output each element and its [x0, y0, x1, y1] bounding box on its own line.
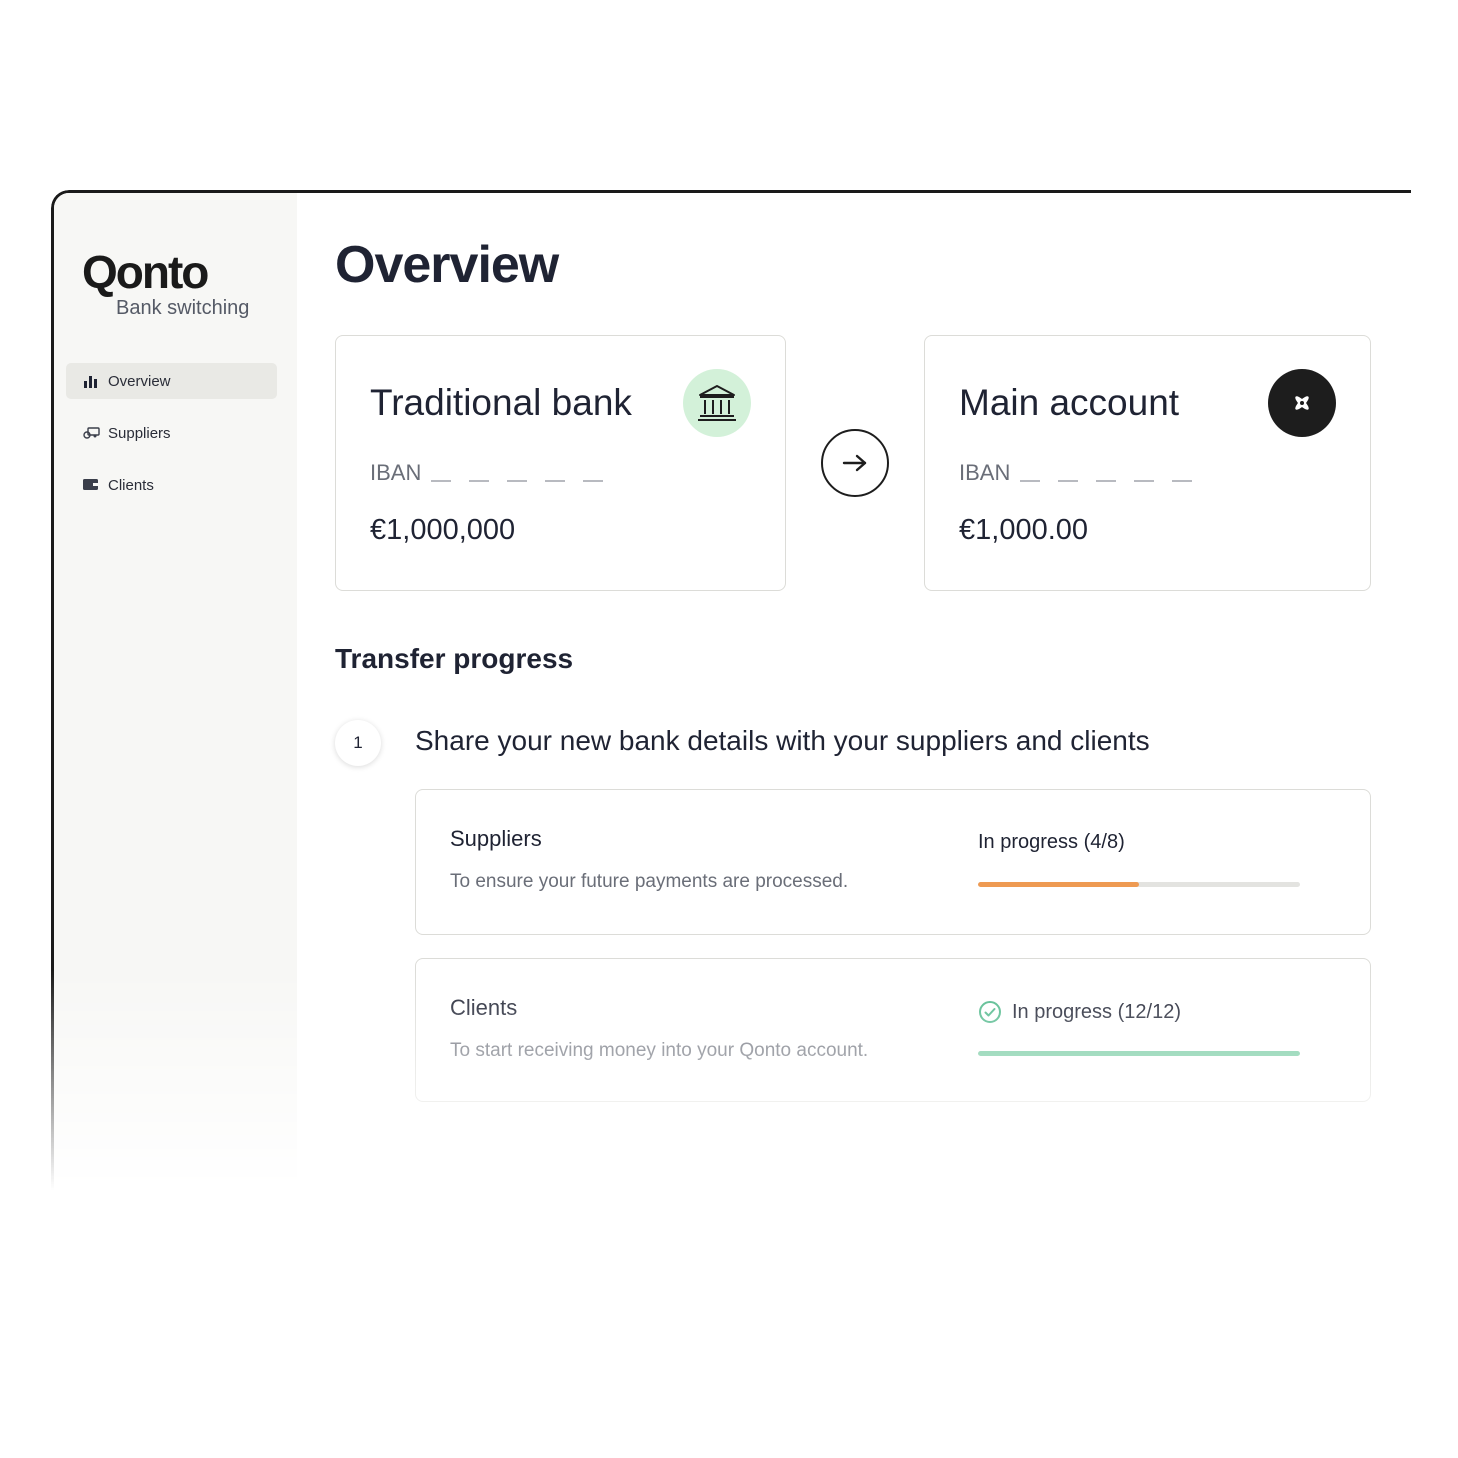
sidebar-item-suppliers[interactable]: Suppliers: [66, 415, 277, 451]
progress-bar: [978, 882, 1300, 887]
iban-placeholder: [431, 480, 621, 482]
progress-fill: [978, 882, 1139, 887]
task-status: In progress (4/8): [978, 831, 1125, 854]
main-content: Overview Traditional bank IBAN €1,000,00…: [297, 193, 1411, 1190]
iban-placeholder: [1020, 480, 1210, 482]
page-title: Overview: [335, 236, 559, 294]
status-text: In progress (12/12): [1012, 1000, 1181, 1023]
check-circle-icon: [978, 1000, 1002, 1024]
task-description: To start receiving money into your Qonto…: [450, 1040, 869, 1061]
sidebar-item-overview[interactable]: Overview: [66, 363, 277, 399]
iban-label: IBAN: [959, 460, 1011, 485]
account-balance: €1,000,000: [370, 514, 516, 546]
source-account-card[interactable]: Traditional bank IBAN €1,000,000: [335, 335, 786, 591]
task-title: Clients: [450, 995, 518, 1020]
arrow-right-icon: [842, 454, 867, 472]
sidebar-item-clients[interactable]: Clients: [66, 467, 277, 503]
iban-field: IBAN: [370, 460, 621, 486]
transfer-arrow-button[interactable]: [821, 429, 889, 497]
task-status: In progress (12/12): [978, 1000, 1181, 1024]
progress-fill: [978, 1051, 1300, 1056]
qonto-logo: Qonto: [82, 246, 209, 298]
status-text: In progress (4/8): [978, 831, 1125, 853]
target-account-card[interactable]: Main account IBAN €1,000.00: [924, 335, 1371, 591]
iban-field: IBAN: [959, 460, 1210, 486]
step-title: Share your new bank details with your su…: [415, 725, 1150, 756]
sidebar: Qonto Bank switching Overview Suppliers …: [54, 193, 297, 1190]
task-card-suppliers[interactable]: Suppliers To ensure your future payments…: [415, 789, 1371, 935]
sidebar-item-label: Overview: [108, 372, 171, 390]
sidebar-item-label: Suppliers: [108, 424, 171, 442]
truck-icon: [82, 425, 100, 441]
task-card-clients[interactable]: Clients To start receiving money into yo…: [415, 958, 1371, 1102]
card-title: Traditional bank: [370, 382, 632, 423]
app-subtitle: Bank switching: [116, 297, 250, 319]
app-window: Qonto Bank switching Overview Suppliers …: [51, 190, 1411, 1190]
bar-chart-icon: [82, 373, 100, 389]
card-title: Main account: [959, 382, 1180, 423]
qonto-flower-icon: [1268, 369, 1336, 437]
sidebar-item-label: Clients: [108, 476, 154, 494]
progress-bar: [978, 1051, 1300, 1056]
task-title: Suppliers: [450, 826, 542, 851]
task-description: To ensure your future payments are proce…: [450, 871, 849, 892]
bank-icon: [683, 369, 751, 437]
sidebar-nav: Overview Suppliers Clients: [66, 363, 277, 519]
account-balance: €1,000.00: [959, 514, 1089, 546]
wallet-icon: [82, 477, 100, 493]
step-number: 1: [335, 720, 381, 766]
section-title: Transfer progress: [335, 643, 574, 674]
iban-label: IBAN: [370, 460, 422, 485]
